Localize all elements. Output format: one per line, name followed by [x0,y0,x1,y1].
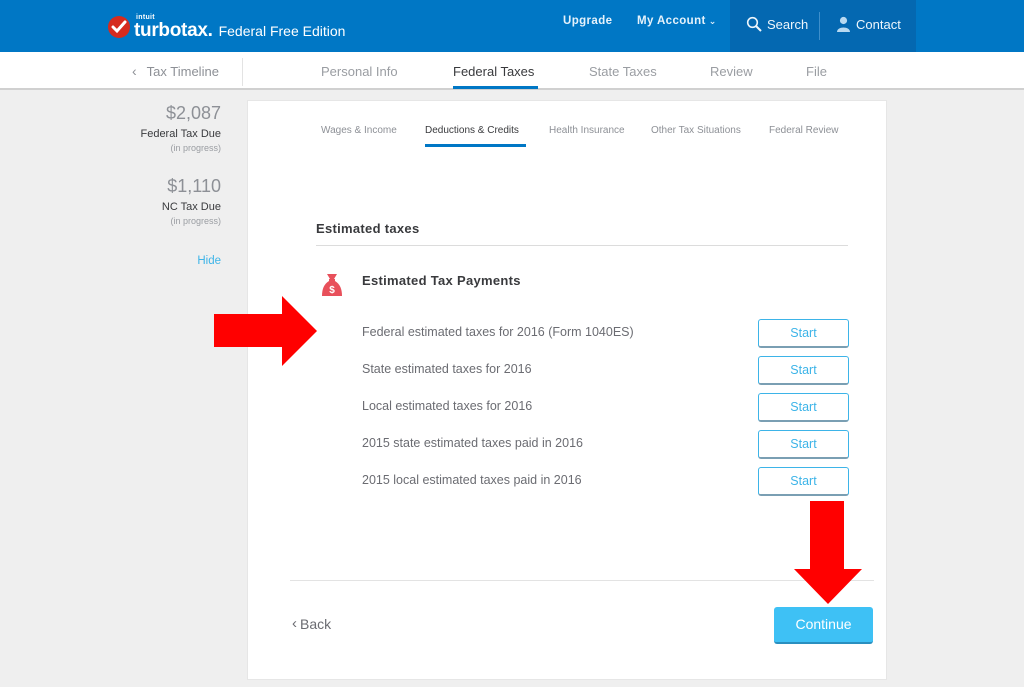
divider [242,58,243,86]
row-label: State estimated taxes for 2016 [362,362,532,376]
tax-timeline-link[interactable]: ‹ Tax Timeline [132,63,219,79]
edition-label: Federal Free Edition [218,22,346,39]
start-federal-estimated-button[interactable]: Start [758,319,849,348]
start-local-estimated-button[interactable]: Start [758,393,849,422]
group-title: Estimated Tax Payments [362,273,521,288]
section-title: Estimated taxes [316,221,420,236]
tab-federal-taxes[interactable]: Federal Taxes [453,64,534,79]
annotation-arrow-right-icon [214,296,317,366]
annotation-arrow-down-icon [794,501,862,604]
subtab-health-insurance[interactable]: Health Insurance [549,125,625,136]
main-card: Wages & Income Deductions & Credits Heal… [247,100,887,680]
federal-tax-amount: $2,087 [165,103,221,123]
federal-tax-summary: $2,087 Federal Tax Due (in progress) [120,102,221,154]
search-button[interactable]: Search [746,16,808,32]
section-divider [316,245,848,246]
search-label: Search [767,16,809,32]
turbotax-logo[interactable]: intuit turbotax. Federal Free Edition [108,12,345,42]
row-label: 2015 state estimated taxes paid in 2016 [362,436,583,450]
chevron-left-icon: ‹ [292,615,297,632]
tab-personal-info[interactable]: Personal Info [321,64,398,79]
tax-due-summary: $2,087 Federal Tax Due (in progress) $1,… [120,102,221,267]
checkmark-logo-icon [108,16,130,38]
list-item: State estimated taxes for 2016 Start [362,356,849,386]
active-subtab-indicator [425,144,526,147]
upgrade-link[interactable]: Upgrade [563,15,612,27]
tax-timeline-label: Tax Timeline [146,63,219,79]
state-progress-note: (in progress) [170,216,221,226]
search-icon [746,16,762,32]
list-item: Local estimated taxes for 2016 Start [362,393,849,423]
help-divider [819,12,820,40]
footer-divider [290,580,874,581]
subtab-other-tax-situations[interactable]: Other Tax Situations [651,125,741,136]
back-button[interactable]: ‹ Back [292,615,331,632]
list-item: 2015 state estimated taxes paid in 2016 … [362,430,849,460]
federal-progress-note: (in progress) [170,143,221,153]
subtab-federal-review[interactable]: Federal Review [769,125,838,136]
hide-summary-link[interactable]: Hide [120,255,221,267]
money-bag-icon: $ [322,274,342,296]
back-label: Back [300,615,332,632]
state-tax-amount: $1,110 [167,176,221,196]
contact-button[interactable]: Contact [836,16,901,32]
list-item: 2015 local estimated taxes paid in 2016 … [362,467,849,497]
row-label: Federal estimated taxes for 2016 (Form 1… [362,325,634,339]
federal-tax-label: Federal Tax Due [140,128,221,140]
person-icon [837,16,850,32]
tab-file[interactable]: File [806,64,827,79]
start-state-estimated-button[interactable]: Start [758,356,849,385]
continue-button[interactable]: Continue [774,607,873,644]
row-label: 2015 local estimated taxes paid in 2016 [362,473,582,487]
tab-review[interactable]: Review [710,64,753,79]
start-2015-state-button[interactable]: Start [758,430,849,459]
subtab-wages-income[interactable]: Wages & Income [321,125,397,136]
step-navigation: ‹ Tax Timeline Personal Info Federal Tax… [0,52,1024,90]
my-account-menu[interactable]: My Account ⌄ [637,15,717,27]
active-tab-indicator [453,86,538,89]
turbotax-wordmark: turbotax. [134,20,213,41]
subtab-deductions-credits[interactable]: Deductions & Credits [425,125,519,136]
state-tax-label: NC Tax Due [161,201,221,213]
tab-state-taxes[interactable]: State Taxes [589,64,657,79]
contact-label: Contact [856,16,901,32]
start-2015-local-button[interactable]: Start [758,467,849,496]
chevron-down-icon: ⌄ [708,16,717,26]
svg-text:$: $ [329,285,335,296]
top-header: intuit turbotax. Federal Free Edition Up… [0,0,1024,52]
list-item: Federal estimated taxes for 2016 (Form 1… [362,319,849,349]
state-tax-summary: $1,110 NC Tax Due (in progress) [120,175,221,227]
row-label: Local estimated taxes for 2016 [362,399,533,413]
my-account-label: My Account [637,15,706,27]
chevron-left-icon: ‹ [132,63,137,79]
